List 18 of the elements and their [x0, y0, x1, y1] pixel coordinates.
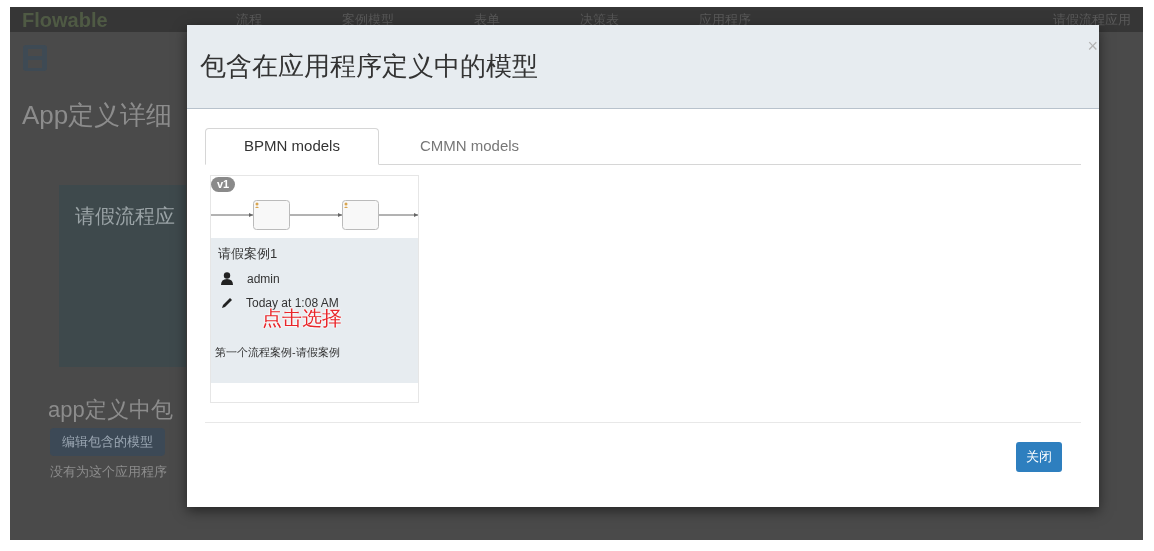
model-owner: admin — [247, 270, 280, 288]
app-tile[interactable]: 请假流程应 — [59, 185, 186, 367]
user-icon — [221, 272, 233, 285]
section-heading: app定义中包 — [48, 396, 174, 424]
pencil-icon — [221, 296, 234, 309]
page-heading: App定义详细 — [21, 99, 174, 132]
modal-title: 包含在应用程序定义中的模型 — [200, 50, 538, 83]
annotation-text: 点击选择 — [262, 307, 342, 329]
close-dialog-button[interactable]: 关闭 — [1016, 442, 1062, 472]
model-description: 第一个流程案例-请假案例 — [215, 344, 341, 360]
tab[interactable]: CMMN models — [379, 128, 560, 165]
app-tile-title: 请假流程应 — [75, 205, 175, 227]
model-name: 请假案例1 — [218, 245, 279, 263]
empty-note: 没有为这个应用程序 — [50, 463, 168, 481]
close-button[interactable]: × — [1087, 37, 1098, 55]
edit-models-button[interactable]: 编辑包含的模型 — [50, 428, 165, 456]
tab[interactable]: BPMN models — [205, 128, 379, 165]
version-badge: v1 — [211, 177, 236, 192]
